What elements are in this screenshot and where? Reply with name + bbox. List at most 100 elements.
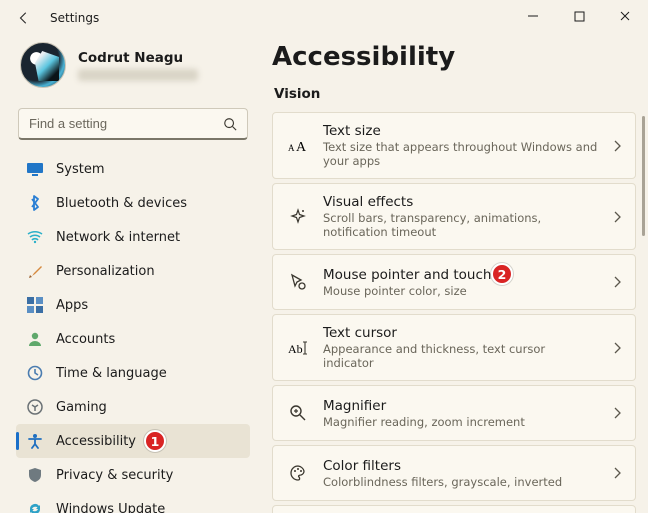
svg-text:Ab: Ab bbox=[288, 342, 303, 356]
titlebar: Settings bbox=[0, 0, 648, 36]
card-text: Visual effects Scroll bars, transparency… bbox=[323, 194, 599, 239]
minimize-button[interactable] bbox=[510, 0, 556, 32]
content-area: Codrut Neagu System Bluetooth & devices bbox=[0, 36, 648, 513]
chevron-right-icon bbox=[613, 407, 621, 419]
sidebar-item-label: Windows Update bbox=[56, 502, 165, 513]
sidebar-item-label: Privacy & security bbox=[56, 468, 173, 483]
close-icon bbox=[619, 10, 631, 22]
bluetooth-icon bbox=[26, 194, 44, 212]
card-mouse-pointer[interactable]: Mouse pointer and touch Mouse pointer co… bbox=[272, 254, 636, 310]
card-subtitle: Mouse pointer color, size bbox=[323, 284, 599, 298]
card-text: Color filters Colorblindness filters, gr… bbox=[323, 458, 599, 489]
gaming-icon bbox=[26, 398, 44, 416]
shield-icon bbox=[26, 466, 44, 484]
main-pane: Accessibility Vision AA Text size Text s… bbox=[260, 36, 648, 513]
user-name: Codrut Neagu bbox=[78, 50, 198, 66]
search-icon bbox=[223, 117, 237, 131]
annotation-badge-1: 1 bbox=[144, 430, 166, 452]
card-text-size[interactable]: AA Text size Text size that appears thro… bbox=[272, 112, 636, 179]
user-email-obscured bbox=[78, 69, 198, 81]
card-subtitle: Text size that appears throughout Window… bbox=[323, 140, 599, 168]
sidebar-item-accessibility[interactable]: Accessibility 1 bbox=[16, 424, 250, 458]
system-icon bbox=[26, 160, 44, 178]
card-text: Magnifier Magnifier reading, zoom increm… bbox=[323, 398, 599, 429]
sidebar-item-gaming[interactable]: Gaming bbox=[16, 390, 250, 424]
card-text: Mouse pointer and touch Mouse pointer co… bbox=[323, 267, 599, 298]
sidebar-item-label: Personalization bbox=[56, 264, 155, 279]
card-contrast-themes[interactable]: Contrast themes For low vision, light se… bbox=[272, 505, 636, 513]
card-subtitle: Appearance and thickness, text cursor in… bbox=[323, 342, 599, 370]
sidebar: Codrut Neagu System Bluetooth & devices bbox=[0, 36, 260, 513]
sidebar-item-bluetooth[interactable]: Bluetooth & devices bbox=[16, 186, 250, 220]
window-controls bbox=[510, 0, 648, 32]
card-title: Magnifier bbox=[323, 398, 599, 414]
profile-text: Codrut Neagu bbox=[78, 50, 198, 81]
sparkle-icon bbox=[287, 206, 309, 228]
chevron-right-icon bbox=[613, 140, 621, 152]
sidebar-item-label: Accessibility bbox=[56, 434, 136, 449]
text-size-icon: AA bbox=[287, 135, 309, 157]
sidebar-item-apps[interactable]: Apps bbox=[16, 288, 250, 322]
sidebar-item-time[interactable]: Time & language bbox=[16, 356, 250, 390]
sidebar-item-system[interactable]: System bbox=[16, 152, 250, 186]
maximize-icon bbox=[574, 11, 585, 22]
card-title: Text cursor bbox=[323, 325, 599, 341]
cursor-icon bbox=[287, 271, 309, 293]
sidebar-item-label: Time & language bbox=[56, 366, 167, 381]
card-subtitle: Colorblindness filters, grayscale, inver… bbox=[323, 475, 599, 489]
card-color-filters[interactable]: Color filters Colorblindness filters, gr… bbox=[272, 445, 636, 501]
person-icon bbox=[26, 330, 44, 348]
magnifier-icon bbox=[287, 402, 309, 424]
section-heading: Vision bbox=[274, 86, 636, 102]
sidebar-item-label: Network & internet bbox=[56, 230, 180, 245]
card-title: Text size bbox=[323, 123, 599, 139]
card-title: Visual effects bbox=[323, 194, 599, 210]
settings-cards: AA Text size Text size that appears thro… bbox=[272, 112, 636, 513]
clock-icon bbox=[26, 364, 44, 382]
chevron-right-icon bbox=[613, 211, 621, 223]
sidebar-item-personalization[interactable]: Personalization bbox=[16, 254, 250, 288]
sidebar-item-accounts[interactable]: Accounts bbox=[16, 322, 250, 356]
svg-text:A: A bbox=[288, 143, 295, 153]
card-subtitle: Scroll bars, transparency, animations, n… bbox=[323, 211, 599, 239]
svg-text:A: A bbox=[296, 140, 307, 154]
card-subtitle: Magnifier reading, zoom increment bbox=[323, 415, 599, 429]
annotation-badge-2: 2 bbox=[491, 263, 513, 285]
wifi-icon bbox=[26, 228, 44, 246]
sidebar-item-label: System bbox=[56, 162, 104, 177]
sidebar-item-update[interactable]: Windows Update bbox=[16, 492, 250, 513]
brush-icon bbox=[26, 262, 44, 280]
card-text: Text cursor Appearance and thickness, te… bbox=[323, 325, 599, 370]
settings-window: Settings Codrut Neagu S bbox=[0, 0, 648, 513]
card-text-cursor[interactable]: Ab Text cursor Appearance and thickness,… bbox=[272, 314, 636, 381]
app-title: Settings bbox=[50, 11, 99, 25]
palette-icon bbox=[287, 462, 309, 484]
accessibility-icon bbox=[26, 432, 44, 450]
chevron-right-icon bbox=[613, 342, 621, 354]
sidebar-item-label: Accounts bbox=[56, 332, 115, 347]
sidebar-item-label: Apps bbox=[56, 298, 88, 313]
sidebar-item-privacy[interactable]: Privacy & security bbox=[16, 458, 250, 492]
avatar bbox=[20, 42, 66, 88]
scrollbar-thumb[interactable] bbox=[642, 116, 645, 236]
card-magnifier[interactable]: Magnifier Magnifier reading, zoom increm… bbox=[272, 385, 636, 441]
card-visual-effects[interactable]: Visual effects Scroll bars, transparency… bbox=[272, 183, 636, 250]
minimize-icon bbox=[527, 10, 539, 22]
sidebar-item-label: Bluetooth & devices bbox=[56, 196, 187, 211]
chevron-right-icon bbox=[613, 276, 621, 288]
back-button[interactable] bbox=[8, 2, 40, 34]
maximize-button[interactable] bbox=[556, 0, 602, 32]
arrow-left-icon bbox=[17, 11, 31, 25]
apps-icon bbox=[26, 296, 44, 314]
page-title: Accessibility bbox=[272, 42, 636, 72]
card-title: Mouse pointer and touch bbox=[323, 267, 599, 283]
card-text: Text size Text size that appears through… bbox=[323, 123, 599, 168]
close-button[interactable] bbox=[602, 0, 648, 32]
sidebar-item-network[interactable]: Network & internet bbox=[16, 220, 250, 254]
sidebar-nav: System Bluetooth & devices Network & int… bbox=[16, 152, 250, 513]
sidebar-item-label: Gaming bbox=[56, 400, 107, 415]
profile-block[interactable]: Codrut Neagu bbox=[16, 36, 250, 102]
card-title: Color filters bbox=[323, 458, 599, 474]
search-box[interactable] bbox=[18, 108, 248, 140]
search-input[interactable] bbox=[29, 116, 223, 131]
